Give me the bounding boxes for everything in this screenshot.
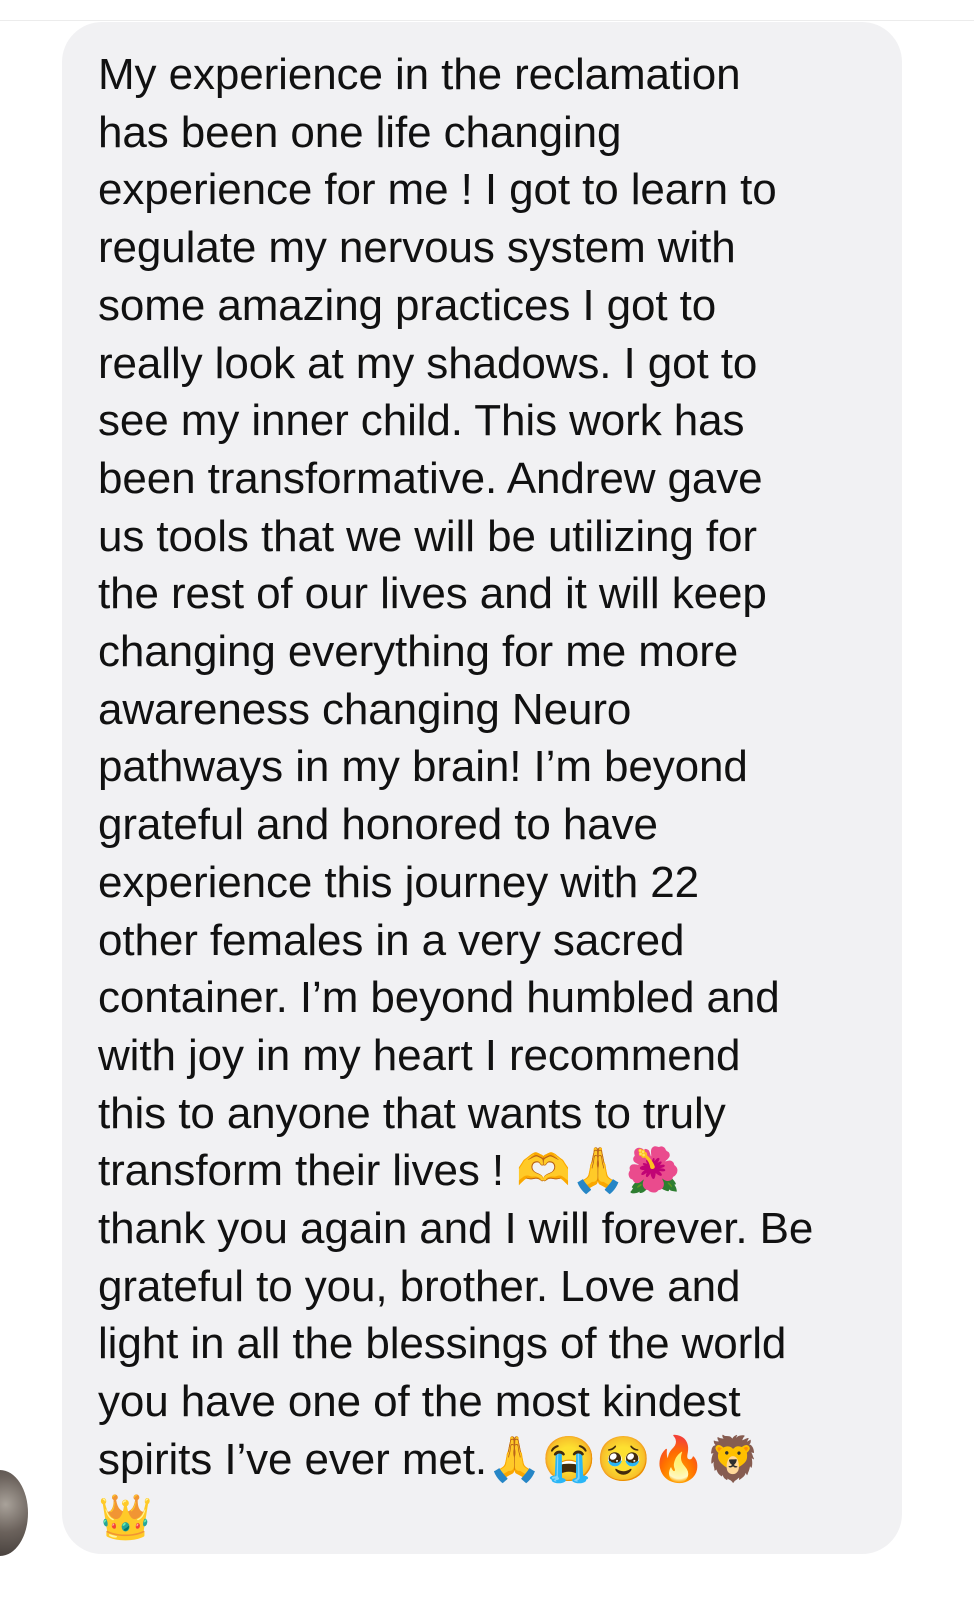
message-text: My experience in the reclamation has bee… [98,50,814,1542]
top-divider [0,20,974,21]
message-thread: My experience in the reclamation has bee… [0,0,974,1600]
message-bubble[interactable]: My experience in the reclamation has bee… [62,22,902,1554]
avatar[interactable] [0,1470,28,1556]
